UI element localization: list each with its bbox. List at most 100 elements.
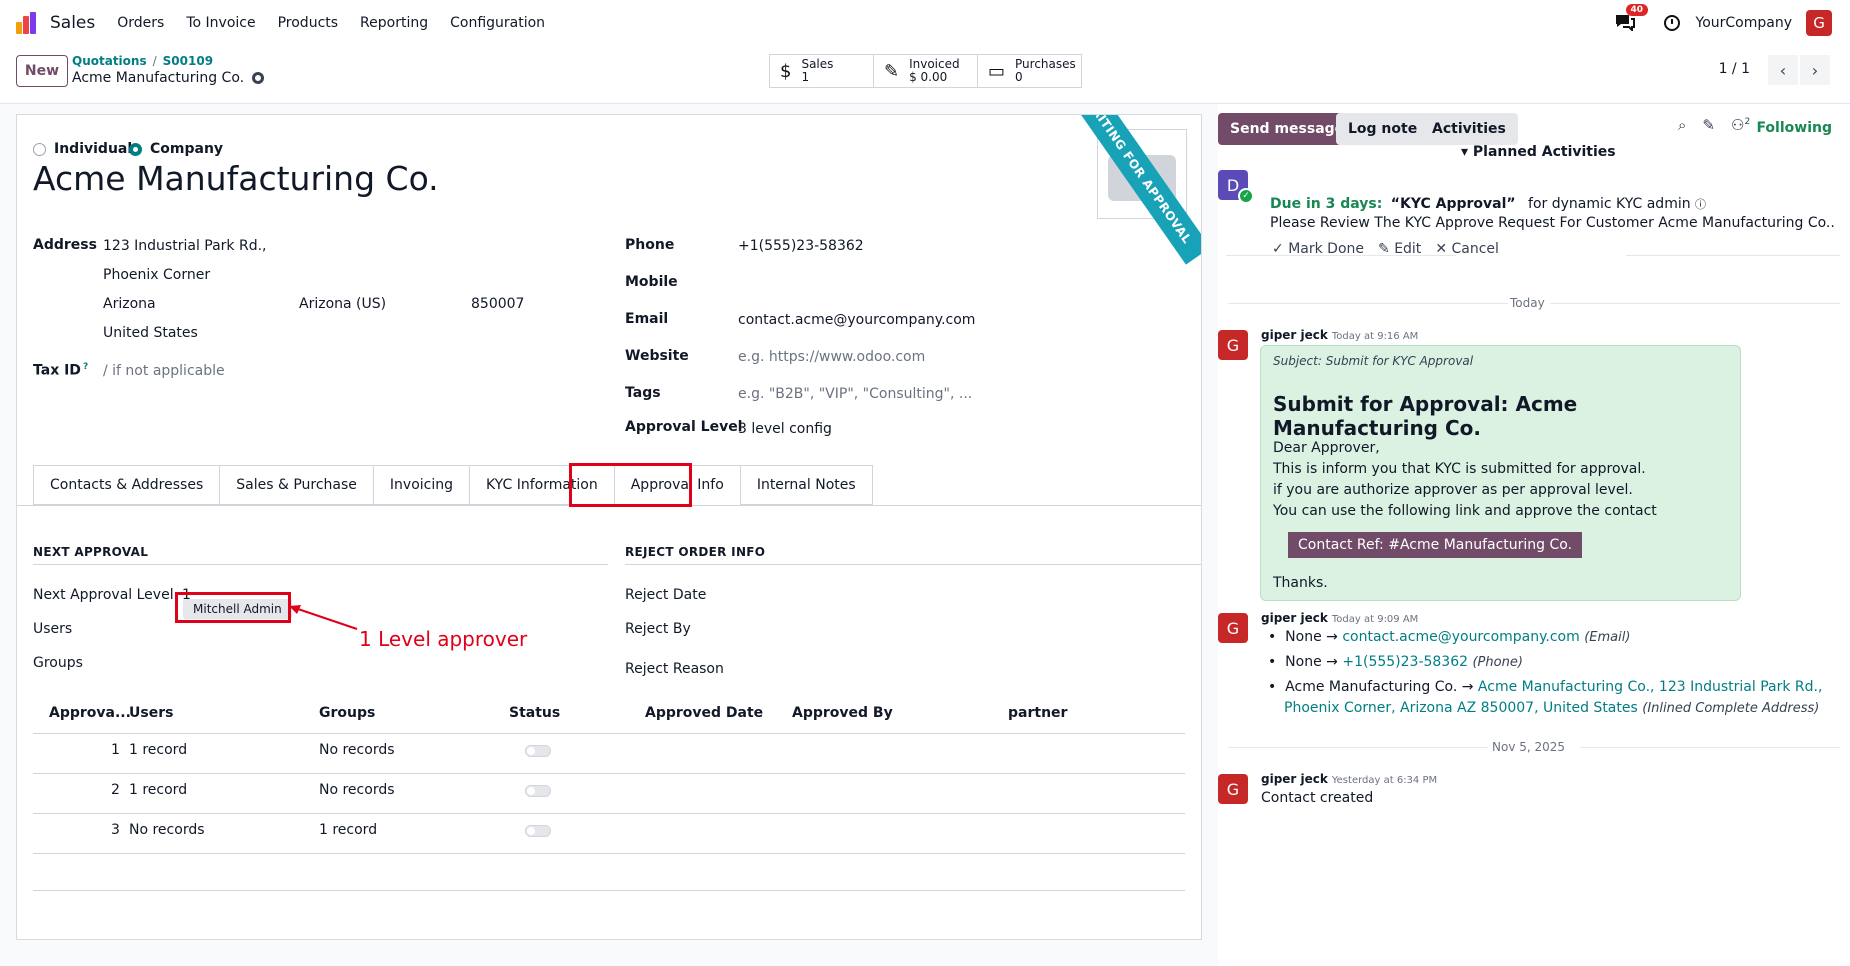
website-field[interactable]: e.g. https://www.odoo.com	[738, 349, 925, 365]
chatter-tools: ⌕ ✎ ⚇2	[1678, 116, 1750, 134]
planned-activities-toggle[interactable]: ▾ Planned Activities	[1461, 144, 1616, 160]
new-button[interactable]: New	[16, 55, 68, 87]
tracking-line-continued: Phoenix Corner, Arizona AZ 850007, Unite…	[1284, 700, 1820, 716]
menu-to-invoice[interactable]: To Invoice	[186, 15, 255, 31]
tags-field[interactable]: e.g. "B2B", "VIP", "Consulting", ...	[738, 386, 972, 402]
edit-icon: ✎	[884, 60, 900, 82]
message-avatar[interactable]: G	[1218, 613, 1248, 643]
paperclip-icon[interactable]: ✎	[1702, 116, 1715, 134]
email-label: Email	[625, 311, 669, 327]
message-author[interactable]: giper jeck Yesterday at 6:34 PM	[1261, 772, 1437, 786]
section-divider	[33, 564, 608, 565]
activity-clock-icon[interactable]	[1663, 15, 1680, 31]
breadcrumb-order[interactable]: S00109	[163, 54, 213, 68]
table-row[interactable]: 3 No records 1 record	[33, 813, 1185, 847]
col-groups[interactable]: Groups	[319, 705, 375, 721]
log-note-button[interactable]: Log note	[1336, 113, 1430, 145]
message-author[interactable]: giper jeck Today at 9:16 AM	[1261, 328, 1418, 342]
reject-by-label: Reject By	[625, 621, 691, 637]
message-subject: Subject: Submit for KYC Approval	[1273, 354, 1474, 368]
edit-button[interactable]: ✎ Edit	[1378, 241, 1421, 257]
partner-name[interactable]: Acme Manufacturing Co.	[33, 159, 439, 198]
status-toggle[interactable]	[525, 825, 551, 837]
tracking-new-value[interactable]: +1(555)23-58362	[1342, 654, 1468, 670]
table-row[interactable]: 11 record No records	[33, 733, 1185, 767]
radio-individual[interactable]: Individual	[33, 141, 132, 157]
divider	[1228, 303, 1508, 304]
col-partner[interactable]: partner	[1008, 705, 1067, 721]
table-row[interactable]: 21 record No records	[33, 773, 1185, 807]
col-approved-date[interactable]: Approved Date	[645, 705, 763, 721]
gear-icon[interactable]	[252, 72, 265, 84]
menu-products[interactable]: Products	[278, 15, 338, 31]
date-separator: Nov 5, 2025	[1492, 740, 1566, 754]
breadcrumb-quotations[interactable]: Quotations	[72, 54, 147, 68]
tab-internal-notes[interactable]: Internal Notes	[739, 465, 873, 505]
divider	[1626, 255, 1840, 256]
radio-company[interactable]: Company	[129, 141, 223, 157]
reject-reason-label: Reject Reason	[625, 661, 724, 677]
tags-label: Tags	[625, 385, 661, 401]
cancel-button[interactable]: ✕ Cancel	[1435, 241, 1499, 257]
street-field[interactable]: 123 Industrial Park Rd.,	[103, 238, 267, 254]
phone-field[interactable]: +1(555)23-58362	[738, 238, 864, 254]
pager-value[interactable]: 1 / 1	[1719, 61, 1750, 77]
status-toggle[interactable]	[525, 745, 551, 757]
website-label: Website	[625, 348, 689, 364]
messages-badge: 40	[1625, 4, 1649, 16]
col-status[interactable]: Status	[509, 705, 560, 721]
record-name: Acme Manufacturing Co.	[72, 70, 245, 86]
address-label: Address	[33, 237, 97, 253]
tracking-new-value[interactable]: contact.acme@yourcompany.com	[1342, 629, 1579, 645]
menu-orders[interactable]: Orders	[117, 15, 164, 31]
street2-field[interactable]: Phoenix Corner	[103, 267, 210, 283]
menu-configuration[interactable]: Configuration	[450, 15, 545, 31]
zip-field[interactable]: 850007	[471, 296, 524, 312]
message-author[interactable]: giper jeck Today at 9:09 AM	[1261, 611, 1418, 625]
tracking-new-value[interactable]: Acme Manufacturing Co., 123 Industrial P…	[1478, 679, 1823, 695]
approval-level-field[interactable]: 3 level config	[738, 421, 832, 437]
control-panel: New Quotations / S00109 Acme Manufacturing…	[0, 46, 1850, 104]
message-avatar[interactable]: G	[1218, 330, 1248, 360]
annotation-arrow	[289, 605, 358, 630]
tracking-line: • Acme Manufacturing Co. → Acme Manufact…	[1268, 679, 1823, 695]
pager-prev-button[interactable]: ‹	[1768, 55, 1798, 85]
email-field[interactable]: contact.acme@yourcompany.com	[738, 312, 975, 328]
form-area: WAITING FOR APPROVAL Individual Company …	[0, 104, 1218, 966]
divider	[1228, 747, 1488, 748]
phone-label: Phone	[625, 237, 675, 253]
tab-contacts-addresses[interactable]: Contacts & Addresses	[33, 465, 220, 505]
followers-icon[interactable]: ⚇2	[1731, 116, 1750, 134]
app-name[interactable]: Sales	[50, 13, 95, 33]
groups-label: Groups	[33, 655, 83, 671]
user-avatar[interactable]: G	[1806, 10, 1832, 36]
following-button[interactable]: Following	[1756, 120, 1832, 136]
purchases-smart-button[interactable]: ▭ Purchases 0	[978, 55, 1081, 87]
message-bubble: Subject: Submit for KYC Approval Submit …	[1260, 345, 1741, 601]
sales-smart-button[interactable]: $ Sales 1	[770, 55, 874, 87]
col-users[interactable]: Users	[129, 705, 173, 721]
tab-sales-purchase[interactable]: Sales & Purchase	[219, 465, 373, 505]
menu-reporting[interactable]: Reporting	[360, 15, 428, 31]
reject-info-heading: REJECT ORDER INFO	[625, 545, 766, 559]
col-approval-level[interactable]: Approva...	[49, 705, 131, 721]
dollar-icon: $	[780, 60, 792, 82]
sales-app-icon[interactable]	[16, 12, 38, 34]
message-avatar[interactable]: G	[1218, 774, 1248, 804]
tab-invoicing[interactable]: Invoicing	[372, 465, 469, 505]
status-toggle[interactable]	[525, 785, 551, 797]
state-field[interactable]: Arizona (US)	[299, 296, 386, 312]
search-icon[interactable]: ⌕	[1678, 116, 1686, 134]
tracking-line: • None → contact.acme@yourcompany.com (E…	[1268, 629, 1631, 645]
col-approved-by[interactable]: Approved By	[792, 705, 893, 721]
activities-button[interactable]: Activities	[1420, 113, 1518, 145]
invoiced-smart-button[interactable]: ✎ Invoiced $ 0.00	[874, 55, 978, 87]
pager-next-button[interactable]: ›	[1800, 55, 1830, 85]
mark-done-button[interactable]: ✓ Mark Done	[1272, 241, 1364, 257]
city-field[interactable]: Arizona	[103, 296, 156, 312]
country-field[interactable]: United States	[103, 325, 198, 341]
taxid-field[interactable]: / if not applicable	[103, 363, 225, 379]
company-switcher[interactable]: YourCompany	[1696, 15, 1793, 31]
messages-icon[interactable]: 40	[1614, 4, 1649, 33]
contact-ref-button[interactable]: Contact Ref: #Acme Manufacturing Co.	[1288, 532, 1583, 558]
